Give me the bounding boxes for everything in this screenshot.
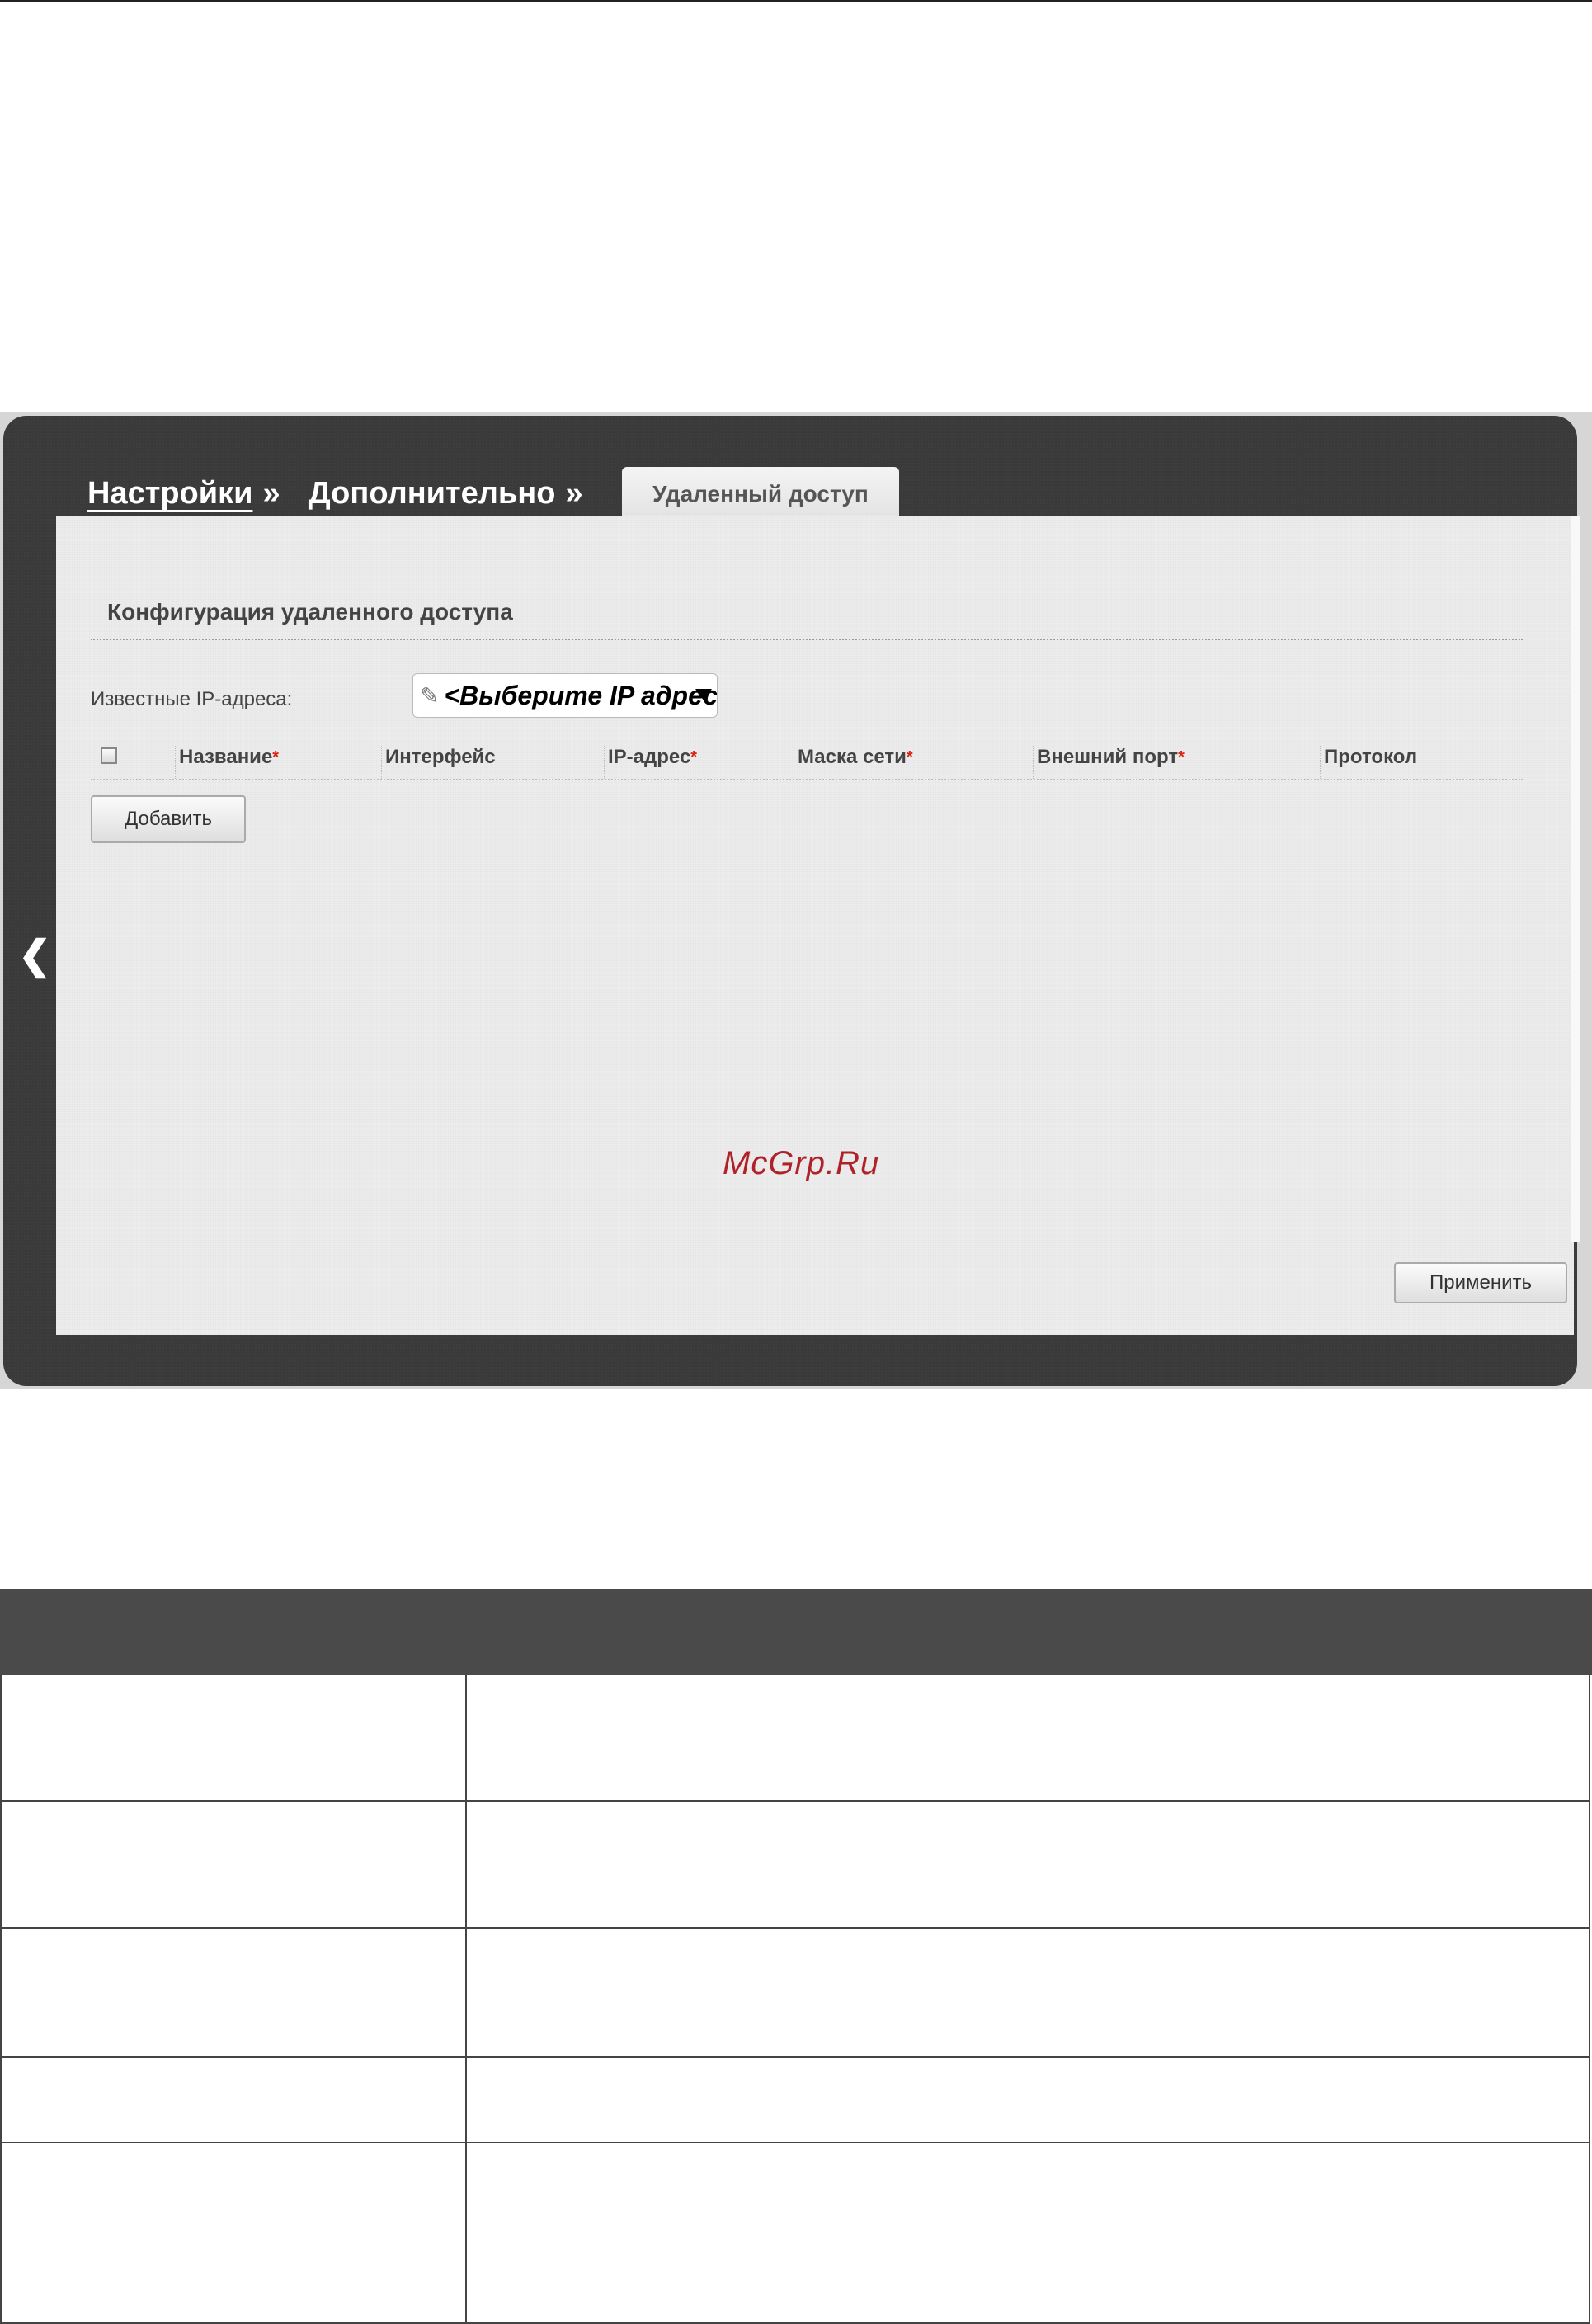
column-header-interface: Интерфейс [381, 746, 496, 779]
column-header-ext-port-label: Внешний порт [1037, 746, 1179, 768]
column-header-name-label: Название [179, 746, 273, 768]
back-arrow-icon[interactable]: ❮ [18, 936, 51, 977]
scrollbar[interactable] [1571, 516, 1580, 1242]
breadcrumb: Настройки » Дополнительно » [87, 469, 583, 518]
top-rule [0, 0, 1592, 2]
required-mark: * [906, 748, 913, 766]
content-panel: Конфигурация удаленного доступа Известны… [56, 516, 1574, 1335]
apply-button[interactable]: Применить [1394, 1262, 1567, 1303]
breadcrumb-settings-label[interactable]: Настройки [87, 476, 252, 511]
column-header-ip-label: IP-адрес [608, 746, 691, 768]
select-all-checkbox[interactable] [101, 747, 117, 764]
description-table [0, 1589, 1592, 2324]
column-header-mask-label: Маска сети [798, 746, 907, 768]
table-row [0, 1929, 1590, 2058]
add-button[interactable]: Добавить [91, 795, 246, 843]
table-row [0, 2058, 1590, 2143]
section-divider [91, 639, 1523, 640]
column-divider [465, 2143, 467, 2322]
breadcrumb-separator: » [565, 475, 583, 511]
breadcrumb-advanced[interactable]: Дополнительно » [309, 476, 583, 511]
table-header-row: Название* Интерфейс IP-адрес* Маска сети… [91, 738, 1523, 780]
ui-frame: Настройки » Дополнительно » Удаленный дост… [3, 416, 1580, 1386]
table-row [0, 2143, 1590, 2324]
required-mark: * [272, 748, 280, 766]
breadcrumb-separator: » [262, 475, 280, 511]
breadcrumb-settings[interactable]: Настройки » [87, 476, 280, 511]
router-ui-screenshot: Настройки » Дополнительно » Удаленный дост… [0, 412, 1592, 1389]
known-ips-label: Известные IP-адреса: [91, 688, 293, 710]
table-row [0, 1802, 1590, 1929]
pencil-icon: ✎ [420, 682, 440, 709]
table-row [0, 1675, 1590, 1802]
description-table-header [0, 1589, 1592, 1675]
known-ips-select-value: <Выберите IP адрес> [444, 680, 718, 710]
column-divider [465, 1929, 467, 2056]
section-title: Конфигурация удаленного доступа [107, 599, 513, 625]
watermark: McGrp.Ru [723, 1145, 880, 1181]
column-header-mask: Маска сети* [794, 746, 913, 779]
known-ips-select[interactable]: ✎ <Выберите IP адрес> [412, 673, 718, 718]
column-divider [465, 1802, 467, 1927]
breadcrumb-advanced-label[interactable]: Дополнительно [309, 476, 556, 511]
column-header-name: Название* [175, 746, 279, 779]
tab-remote-access[interactable]: Удаленный доступ [622, 467, 899, 521]
required-mark: * [690, 748, 698, 766]
required-mark: * [1178, 748, 1185, 766]
column-divider [465, 2058, 467, 2142]
column-header-ext-port: Внешний порт* [1033, 746, 1185, 779]
column-header-interface-label: Интерфейс [385, 746, 496, 768]
column-divider [465, 1675, 467, 1800]
column-header-protocol: Протокол [1320, 746, 1417, 779]
column-header-protocol-label: Протокол [1324, 746, 1418, 768]
column-header-ip: IP-адрес* [604, 746, 697, 779]
dropdown-icon[interactable] [695, 689, 712, 700]
